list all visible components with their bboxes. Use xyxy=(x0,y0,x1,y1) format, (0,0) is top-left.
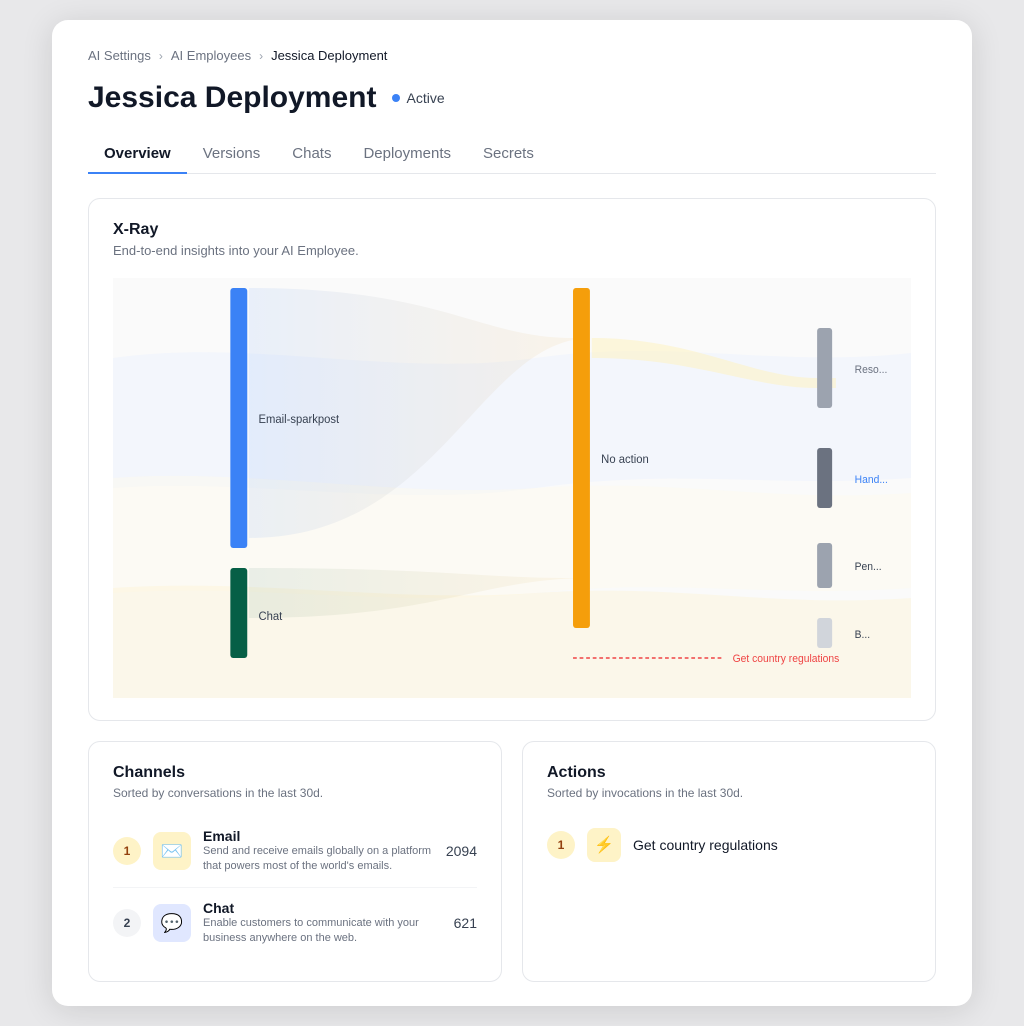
status-label: Active xyxy=(406,90,444,106)
channel-count-chat: 621 xyxy=(454,915,477,931)
tab-overview[interactable]: Overview xyxy=(88,135,187,174)
channel-name-email: Email xyxy=(203,828,434,844)
channel-info-chat: Chat Enable customers to communicate wit… xyxy=(203,900,442,947)
svg-text:Reso...: Reso... xyxy=(855,364,888,376)
breadcrumb-current: Jessica Deployment xyxy=(271,48,387,63)
xray-subtitle: End-to-end insights into your AI Employe… xyxy=(113,243,911,258)
action-icon-1: ⚡ xyxy=(587,828,621,862)
channel-item-1: 1 ✉️ Email Send and receive emails globa… xyxy=(113,816,477,888)
channel-desc-email: Send and receive emails globally on a pl… xyxy=(203,844,434,875)
actions-subtitle: Sorted by invocations in the last 30d. xyxy=(547,786,911,800)
action-item-1: 1 ⚡ Get country regulations xyxy=(547,816,911,874)
status-badge: Active xyxy=(392,90,444,106)
svg-text:Chat: Chat xyxy=(259,610,284,623)
breadcrumb-sep-1: › xyxy=(159,49,163,63)
tabs-nav: Overview Versions Chats Deployments Secr… xyxy=(88,135,936,174)
channel-rank-2: 2 xyxy=(113,909,141,937)
main-content: X-Ray End-to-end insights into your AI E… xyxy=(52,174,972,1006)
channels-subtitle: Sorted by conversations in the last 30d. xyxy=(113,786,477,800)
channel-item-2: 2 💬 Chat Enable customers to communicate… xyxy=(113,888,477,959)
channel-name-chat: Chat xyxy=(203,900,442,916)
channels-title: Channels xyxy=(113,764,477,782)
xray-chart: Email-sparkpost Chat No action Reso... H… xyxy=(113,278,911,698)
svg-text:No action: No action xyxy=(601,453,649,466)
actions-title: Actions xyxy=(547,764,911,782)
tab-deployments[interactable]: Deployments xyxy=(347,135,467,174)
tab-versions[interactable]: Versions xyxy=(187,135,277,174)
svg-text:B...: B... xyxy=(855,629,870,641)
page-header: AI Settings › AI Employees › Jessica Dep… xyxy=(52,20,972,174)
channel-desc-chat: Enable customers to communicate with you… xyxy=(203,916,442,947)
tab-chats[interactable]: Chats xyxy=(276,135,347,174)
action-name-1: Get country regulations xyxy=(633,837,778,853)
xray-title: X-Ray xyxy=(113,221,911,239)
breadcrumb-ai-employees[interactable]: AI Employees xyxy=(171,48,251,63)
channel-info-email: Email Send and receive emails globally o… xyxy=(203,828,434,875)
channel-count-email: 2094 xyxy=(446,843,477,859)
channel-rank-1: 1 xyxy=(113,837,141,865)
action-rank-1: 1 xyxy=(547,831,575,859)
breadcrumb: AI Settings › AI Employees › Jessica Dep… xyxy=(88,48,936,63)
svg-text:Email-sparkpost: Email-sparkpost xyxy=(259,413,340,426)
tab-secrets[interactable]: Secrets xyxy=(467,135,550,174)
breadcrumb-ai-settings[interactable]: AI Settings xyxy=(88,48,151,63)
main-card: AI Settings › AI Employees › Jessica Dep… xyxy=(52,20,972,1006)
channel-icon-email: ✉️ xyxy=(153,832,191,870)
page-title: Jessica Deployment xyxy=(88,81,376,115)
status-dot xyxy=(392,94,400,102)
channels-card: Channels Sorted by conversations in the … xyxy=(88,741,502,982)
sankey-svg: Email-sparkpost Chat No action Reso... H… xyxy=(113,278,911,698)
actions-card: Actions Sorted by invocations in the las… xyxy=(522,741,936,982)
breadcrumb-sep-2: › xyxy=(259,49,263,63)
svg-text:Hand...: Hand... xyxy=(855,474,888,486)
bottom-row: Channels Sorted by conversations in the … xyxy=(88,741,936,982)
svg-text:Get country regulations: Get country regulations xyxy=(733,653,840,665)
channel-icon-chat: 💬 xyxy=(153,904,191,942)
title-row: Jessica Deployment Active xyxy=(88,81,936,115)
svg-text:Pen...: Pen... xyxy=(855,561,882,573)
xray-card: X-Ray End-to-end insights into your AI E… xyxy=(88,198,936,721)
